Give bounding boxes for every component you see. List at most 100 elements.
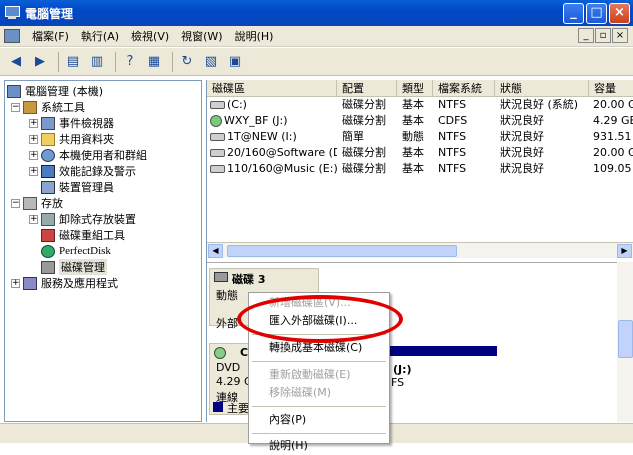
- toolbar-separator: [58, 51, 59, 72]
- expand-icon[interactable]: +: [29, 214, 38, 224]
- expand-icon[interactable]: +: [29, 134, 38, 144]
- tools-icon: [23, 100, 37, 114]
- scrollbar-thumb[interactable]: [618, 320, 633, 358]
- menu-item-convert-to-basic[interactable]: 轉換成基本磁碟(C): [269, 339, 362, 357]
- cdrom-type: DVD: [216, 361, 241, 374]
- column-header-volume[interactable]: 磁碟區: [207, 80, 337, 97]
- toolbar-separator: [172, 51, 173, 72]
- child-close-button[interactable]: ×: [612, 28, 628, 43]
- tree-item-services[interactable]: + 服務及應用程式: [11, 275, 118, 291]
- drive-icon: [210, 133, 225, 141]
- tree-item-perf-logs[interactable]: + 效能記錄及警示: [29, 163, 136, 179]
- collapse-icon[interactable]: −: [11, 102, 20, 112]
- expand-icon[interactable]: +: [29, 166, 38, 176]
- scroll-left-icon[interactable]: ◀: [208, 244, 223, 258]
- drive-icon: [210, 101, 225, 109]
- tree-item-local-users[interactable]: + 本機使用者和群組: [29, 147, 147, 163]
- disk-3-title: 磁碟 3: [232, 273, 266, 286]
- maximize-button[interactable]: □: [586, 3, 607, 24]
- tree-item-defrag[interactable]: 磁碟重組工具: [41, 227, 125, 243]
- scrollbar-thumb[interactable]: [227, 245, 457, 257]
- cd-drive-icon: [210, 115, 222, 127]
- perfectdisk-icon: [41, 244, 55, 258]
- performance-icon: [41, 164, 55, 178]
- expand-icon[interactable]: +: [29, 118, 38, 128]
- scroll-right-icon[interactable]: ▶: [617, 244, 632, 258]
- show-hide-tree-icon[interactable]: ▥: [87, 52, 107, 72]
- title-bar: 電腦管理: [0, 0, 633, 26]
- collapse-icon[interactable]: −: [11, 198, 20, 208]
- column-header-status[interactable]: 狀態: [495, 80, 589, 97]
- context-menu: 新增磁碟區(V)... 匯入外部磁碟(I)... 轉換成基本磁碟(C) 重新啟動…: [248, 292, 390, 452]
- menu-action[interactable]: 執行(A): [75, 28, 125, 44]
- menu-item-properties[interactable]: 內容(P): [269, 411, 306, 429]
- storage-icon: [23, 196, 37, 210]
- export-icon[interactable]: ▣: [225, 52, 245, 72]
- menu-bar: 檔案(F) 執行(A) 檢視(V) 視窗(W) 說明(H) _ ▫ ×: [0, 26, 633, 47]
- services-icon: [23, 276, 37, 290]
- event-viewer-icon: [41, 116, 55, 130]
- disk-3-status: 外部: [216, 317, 238, 330]
- users-icon: [41, 148, 55, 162]
- menu-separator: [252, 406, 386, 407]
- expand-icon[interactable]: +: [29, 150, 38, 160]
- column-header-type[interactable]: 類型: [397, 80, 433, 97]
- menu-item-import-foreign-disk[interactable]: 匯入外部磁碟(I)...: [269, 312, 357, 330]
- menu-item-new-volume[interactable]: 新增磁碟區(V)...: [269, 294, 351, 312]
- menu-item-help[interactable]: 說明(H): [269, 437, 308, 455]
- child-restore-button[interactable]: ▫: [595, 28, 611, 43]
- column-header-capacity[interactable]: 容量: [589, 80, 633, 97]
- legend-primary-label: 主要: [227, 402, 249, 415]
- menu-help[interactable]: 說明(H): [229, 28, 280, 44]
- tree-item-removable-storage[interactable]: + 卸除式存放裝置: [29, 211, 136, 227]
- tree-item-disk-management[interactable]: 磁碟管理: [41, 259, 107, 275]
- drive-icon: [210, 165, 225, 173]
- horizontal-scrollbar[interactable]: ◀ ▶: [207, 242, 633, 258]
- cd-icon: [214, 347, 226, 359]
- computer-management-icon: [4, 5, 20, 21]
- cdrom-title: C: [240, 346, 249, 359]
- toolbar-separator: [115, 51, 116, 72]
- show-hide-action-pane-icon[interactable]: ▦: [144, 52, 164, 72]
- forward-icon[interactable]: ▶: [30, 52, 50, 72]
- cd-volume-fs: FS: [391, 376, 405, 389]
- drive-icon: [210, 149, 225, 157]
- refresh-icon[interactable]: ↻: [177, 52, 197, 72]
- close-button[interactable]: ×: [609, 3, 630, 24]
- mmc-icon: [4, 29, 20, 43]
- column-header-layout[interactable]: 配置: [337, 80, 397, 97]
- console-tree: 電腦管理 (本機) − 系統工具 + 事件檢視器 + 共用資料夾 + 本機使用者…: [4, 80, 202, 422]
- back-icon[interactable]: ◀: [6, 52, 26, 72]
- removable-storage-icon: [41, 212, 55, 226]
- column-header-filesystem[interactable]: 檔案系統: [433, 80, 495, 97]
- window-title: 電腦管理: [25, 6, 74, 21]
- minimize-button[interactable]: _: [563, 3, 584, 24]
- menu-window[interactable]: 視窗(W): [175, 28, 228, 44]
- properties-icon[interactable]: ▧: [201, 52, 221, 72]
- help-icon[interactable]: ?: [120, 52, 140, 72]
- disk-3-type: 動態: [216, 289, 238, 302]
- toolbar: ◀ ▶ ▤ ▥ ? ▦ ↻ ▧ ▣: [0, 48, 633, 76]
- tree-item-device-manager[interactable]: 裝置管理員: [41, 179, 114, 195]
- child-minimize-button[interactable]: _: [578, 28, 594, 43]
- menu-separator: [252, 433, 386, 434]
- menu-item-remove-disk[interactable]: 移除磁碟(M): [269, 384, 331, 402]
- vertical-scrollbar[interactable]: [617, 262, 633, 422]
- menu-view[interactable]: 檢視(V): [125, 28, 175, 44]
- shared-folder-icon: [41, 132, 55, 146]
- tree-item-event-viewer[interactable]: + 事件檢視器: [29, 115, 114, 131]
- tree-item-storage[interactable]: − 存放: [11, 195, 63, 211]
- defrag-icon: [41, 228, 55, 242]
- menu-item-reactivate-disk[interactable]: 重新啟動磁碟(E): [269, 366, 351, 384]
- menu-file[interactable]: 檔案(F): [26, 28, 75, 44]
- expand-icon[interactable]: +: [11, 278, 20, 288]
- tree-item-system-tools[interactable]: − 系統工具: [11, 99, 85, 115]
- primary-partition-bar: [387, 346, 497, 356]
- tree-item-shared-folders[interactable]: + 共用資料夾: [29, 131, 114, 147]
- menu-separator: [252, 361, 386, 362]
- disk-management-icon: [41, 260, 55, 274]
- up-folder-icon[interactable]: ▤: [63, 52, 83, 72]
- tree-item-root[interactable]: 電腦管理 (本機): [7, 83, 103, 99]
- cd-volume-label[interactable]: (J:): [393, 363, 412, 376]
- tree-item-perfectdisk[interactable]: PerfectDisk: [41, 243, 111, 259]
